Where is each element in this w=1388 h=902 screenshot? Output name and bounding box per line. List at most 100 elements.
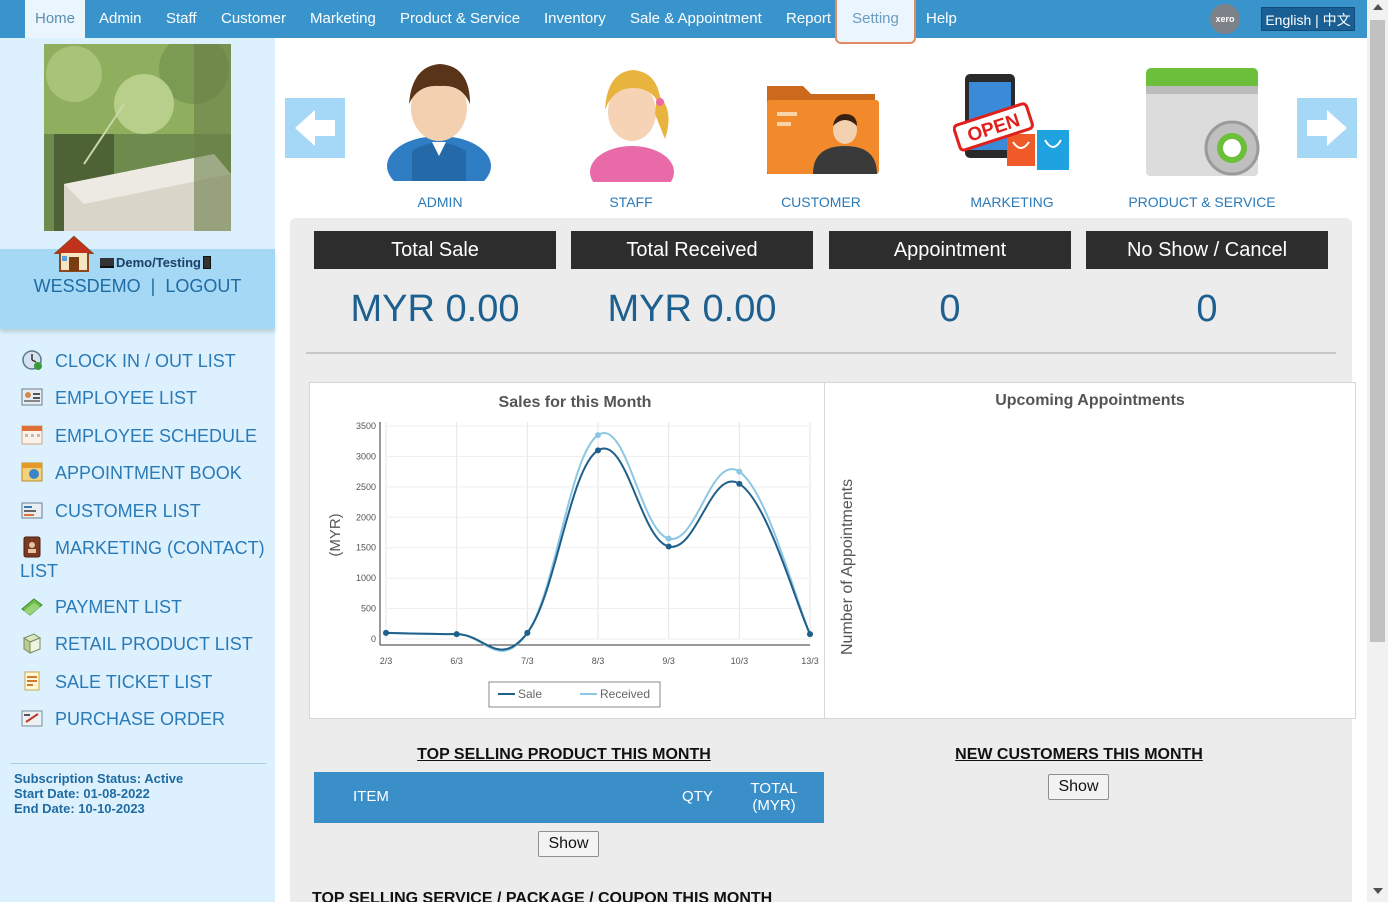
profile-photo (44, 44, 231, 231)
sidebar-divider (10, 763, 266, 764)
carousel-label-admin[interactable]: ADMIN (350, 194, 530, 210)
column-item: ITEM (353, 788, 389, 805)
stat-total-received-header: Total Received (571, 231, 813, 269)
marketing-tile-icon[interactable]: OPEN (952, 70, 1071, 174)
admin-tile-icon[interactable] (382, 56, 497, 196)
stats-divider (306, 352, 1336, 354)
scroll-down-icon[interactable] (1373, 888, 1383, 894)
xero-icon[interactable]: xero (1210, 4, 1240, 34)
arrow-left-icon (295, 110, 335, 146)
menu-marketing-contact-list[interactable]: MARKETING (CONTACT) LIST (20, 536, 270, 583)
clock-icon (20, 349, 44, 371)
language-switcher[interactable]: English | 中文 (1261, 7, 1355, 31)
subscription-info: Subscription Status: Active Start Date: … (14, 771, 183, 816)
menu-employee-schedule[interactable]: EMPLOYEE SCHEDULE (20, 424, 270, 448)
new-customers-title: NEW CUSTOMERS THIS MONTH (955, 746, 1203, 763)
top-product-table-header: ITEM QTY TOTAL (MYR) (314, 772, 824, 823)
y-tick-label: 500 (361, 604, 376, 614)
nav-customer[interactable]: Customer (221, 0, 286, 38)
appointments-chart-card: Upcoming Appointments Number of Appointm… (824, 382, 1356, 719)
carousel-label-staff[interactable]: STAFF (541, 194, 721, 210)
carousel-next-button[interactable] (1297, 98, 1357, 158)
data-point-sale (807, 631, 813, 638)
menu-purchase-order[interactable]: PURCHASE ORDER (20, 707, 270, 731)
nav-inventory[interactable]: Inventory (544, 0, 606, 38)
carousel-label-customer[interactable]: CUSTOMER (731, 194, 911, 210)
stat-appointment-value: 0 (939, 288, 961, 330)
sales-chart: Sales for this Month (MYR) 2/3 6/3 7/3 8/3 9/3… (327, 394, 819, 708)
data-point-received (665, 535, 672, 542)
customer-tile-icon[interactable] (763, 78, 881, 178)
stat-appointment-header: Appointment (829, 231, 1071, 269)
x-tick-label: 8/3 (592, 656, 605, 666)
staff-tile-icon[interactable] (585, 64, 680, 198)
x-tick-label: 13/3 (801, 656, 819, 666)
menu-label: RETAIL PRODUCT LIST (55, 634, 253, 654)
stat-total-received-value: MYR 0.00 (607, 288, 777, 330)
x-tick-label: 10/3 (731, 656, 749, 666)
menu-customer-list[interactable]: CUSTOMER LIST (20, 499, 270, 523)
demo-label-text: Demo/Testing (116, 255, 201, 270)
menu-label: EMPLOYEE LIST (55, 388, 198, 408)
carousel-label-product-service[interactable]: PRODUCT & SERVICE (1112, 194, 1292, 210)
nav-help[interactable]: Help (926, 0, 957, 38)
stat-total-sale-value: MYR 0.00 (350, 288, 520, 330)
y-tick-label: 3500 (356, 421, 376, 431)
nav-marketing[interactable]: Marketing (310, 0, 376, 38)
menu-appointment-book[interactable]: APPOINTMENT BOOK (20, 461, 270, 485)
nav-product-service[interactable]: Product & Service (400, 0, 520, 38)
home-icon[interactable] (53, 235, 95, 273)
receipt-icon (20, 670, 44, 692)
appointment-book-icon (20, 461, 44, 483)
logout-link[interactable]: LOGOUT (165, 276, 241, 296)
subscription-end-date: End Date: 10-10-2023 (14, 801, 145, 816)
top-product-show-button[interactable]: Show (538, 831, 599, 857)
menu-employee-list[interactable]: EMPLOYEE LIST (20, 386, 270, 410)
menu-label: MARKETING (CONTACT) LIST (20, 538, 265, 581)
menu-sale-ticket-list[interactable]: SALE TICKET LIST (20, 670, 270, 694)
scroll-up-icon[interactable] (1373, 4, 1383, 10)
data-point-received (736, 468, 743, 475)
product-service-tile-icon[interactable] (1144, 68, 1262, 184)
laptop-icon (100, 258, 114, 268)
menu-label: PURCHASE ORDER (55, 709, 226, 729)
scrollbar-thumb[interactable] (1370, 20, 1385, 642)
carousel-label-marketing[interactable]: MARKETING (922, 194, 1102, 210)
carousel-prev-button[interactable] (285, 98, 345, 158)
menu-label: PAYMENT LIST (55, 597, 183, 617)
nav-report[interactable]: Report (786, 0, 831, 38)
new-customers-show-button[interactable]: Show (1048, 774, 1109, 800)
data-point-sale (453, 631, 460, 638)
menu-retail-product-list[interactable]: RETAIL PRODUCT LIST (20, 632, 270, 656)
product-box-icon (20, 632, 44, 654)
menu-payment-list[interactable]: PAYMENT LIST (20, 595, 270, 619)
nav-admin[interactable]: Admin (99, 0, 142, 38)
y-tick-label: 1500 (356, 543, 376, 553)
money-icon (20, 595, 44, 617)
menu-label: SALE TICKET LIST (55, 672, 213, 692)
data-point-sale (665, 543, 672, 550)
data-point-sale (736, 480, 743, 487)
menu-label: EMPLOYEE SCHEDULE (55, 426, 258, 446)
data-point-received (595, 432, 601, 439)
x-tick-label: 2/3 (380, 656, 393, 666)
sales-chart-card: Sales for this Month (MYR) 2/3 6/3 7/3 8/3 9/3… (309, 382, 826, 719)
nav-sale-appointment[interactable]: Sale & Appointment (630, 0, 762, 38)
column-qty: QTY (682, 788, 713, 805)
stat-no-show-cancel-value: 0 (1196, 288, 1218, 330)
x-tick-label: 6/3 (450, 656, 463, 666)
username-link[interactable]: WESSDEMO (34, 276, 141, 296)
menu-clock-in-out-list[interactable]: CLOCK IN / OUT LIST (20, 349, 270, 373)
contact-book-icon (20, 536, 44, 558)
top-selling-product-title: TOP SELLING PRODUCT THIS MONTH (417, 746, 711, 763)
y-tick-label: 1000 (356, 573, 376, 583)
nav-staff[interactable]: Staff (166, 0, 197, 38)
y-tick-label: 2000 (356, 512, 376, 522)
top-selling-service-title: TOP SELLING SERVICE / PACKAGE / COUPON T… (312, 890, 773, 902)
menu-label: CLOCK IN / OUT LIST (55, 351, 236, 371)
nav-setting[interactable]: Setting (835, 0, 916, 44)
separator: | (150, 276, 156, 296)
arrow-right-icon (1307, 110, 1347, 146)
vertical-scrollbar[interactable] (1367, 0, 1388, 902)
nav-home[interactable]: Home (25, 0, 86, 38)
